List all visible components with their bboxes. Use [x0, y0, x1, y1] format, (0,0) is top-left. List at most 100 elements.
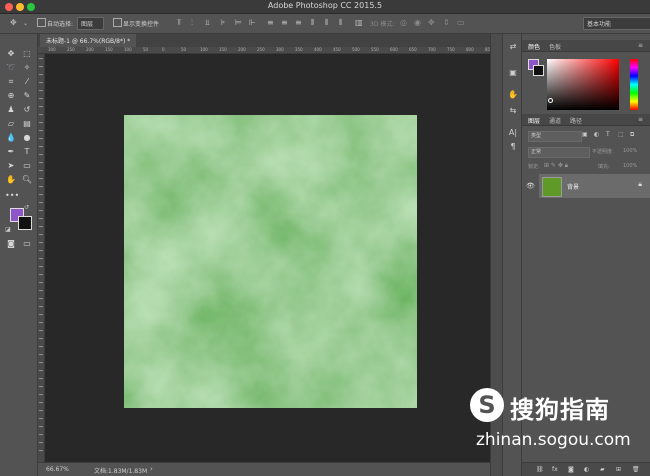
distribute-vcenter-icon[interactable]: ≡	[281, 18, 288, 27]
zoom-tool-icon[interactable]: 🔍︎	[21, 174, 33, 186]
healing-brush-icon[interactable]: ⊕	[5, 90, 17, 102]
auto-select-dropdown[interactable]: 图层	[77, 17, 105, 30]
align-vcenter-icon[interactable]: ⫶	[191, 18, 193, 28]
lasso-tool-icon[interactable]: ➰	[5, 62, 17, 74]
layer-name[interactable]: 背景	[567, 182, 579, 191]
hue-slider[interactable]	[630, 59, 638, 110]
layer-row[interactable]: 背景 🔒︎	[539, 174, 650, 198]
adjustments-panel-icon[interactable]: ⇆	[507, 106, 519, 118]
pen-tool-icon[interactable]: ✒	[5, 146, 17, 158]
filter-adjust-icon[interactable]: ◐	[594, 131, 599, 138]
distribute-top-icon[interactable]: ≡	[267, 18, 274, 27]
zoom-level[interactable]: 66.67%	[46, 466, 69, 473]
background-color-swatch[interactable]	[18, 216, 32, 230]
3d-pan-icon[interactable]: ✥	[428, 18, 435, 27]
clone-stamp-icon[interactable]: ♟	[5, 104, 17, 116]
path-selection-icon[interactable]: ➤	[5, 160, 17, 172]
align-bottom-icon[interactable]: ⫫	[205, 18, 210, 28]
history-panel-icon[interactable]: ⇄	[507, 42, 519, 54]
swap-colors-icon[interactable]: ↺	[24, 204, 29, 211]
eyedropper-tool-icon[interactable]: ⁄	[21, 76, 33, 88]
show-transform-checkbox[interactable]	[113, 18, 122, 27]
auto-align-icon[interactable]: ▥	[355, 18, 363, 27]
ruler-tick	[39, 114, 43, 115]
add-mask-icon[interactable]: ◙	[568, 466, 574, 473]
type-tool-icon[interactable]: T	[21, 146, 33, 158]
dodge-tool-icon[interactable]: ●	[21, 132, 33, 144]
new-group-icon[interactable]: ▰	[600, 466, 605, 473]
tab-channels[interactable]: 通道	[549, 116, 561, 125]
tab-layers[interactable]: 图层	[528, 116, 540, 125]
distribute-bottom-icon[interactable]: ≡	[295, 18, 302, 27]
filter-shape-icon[interactable]: ⬚	[618, 131, 624, 138]
hand-tool-icon[interactable]: ✋	[5, 174, 17, 186]
document-canvas[interactable]	[124, 115, 417, 408]
sogou-logo-icon: S	[470, 388, 504, 422]
delete-layer-icon[interactable]: 🗑︎	[632, 466, 640, 473]
3d-slide-icon[interactable]: ⇕	[443, 18, 450, 27]
ruler-tick-label: 300	[48, 47, 56, 52]
tab-color[interactable]: 颜色	[528, 42, 540, 51]
distribute-right-icon[interactable]: ⦀	[339, 18, 343, 28]
screen-mode-icon[interactable]: ▭	[21, 238, 33, 250]
rectangle-tool-icon[interactable]: ▭	[21, 160, 33, 172]
layer-style-icon[interactable]: fx	[552, 466, 558, 473]
distribute-hcenter-icon[interactable]: ⦀	[325, 18, 329, 28]
distribute-left-icon[interactable]: ⦀	[311, 18, 315, 28]
color-panel-background[interactable]	[533, 65, 544, 76]
magic-wand-icon[interactable]: ✧	[21, 62, 33, 74]
layer-filter-kind[interactable]: 类型	[528, 131, 582, 142]
ruler-tick	[39, 122, 43, 123]
workspace-dropdown[interactable]: 基本功能	[583, 17, 650, 30]
panel-menu-icon[interactable]: ≡	[638, 42, 643, 49]
new-layer-icon[interactable]: ⊞	[616, 466, 621, 473]
marquee-tool-icon[interactable]: ⬚	[21, 48, 33, 60]
filter-smart-icon[interactable]: ⧉	[630, 131, 634, 139]
actions-panel-icon[interactable]: ✋	[507, 90, 519, 102]
align-hcenter-icon[interactable]: ⊨	[235, 18, 242, 27]
move-tool-icon[interactable]: ✥	[10, 18, 17, 27]
brush-tool-icon[interactable]: ✎	[21, 90, 33, 102]
link-layers-icon[interactable]: ⛓	[536, 466, 544, 473]
tool-preset-dropdown-icon[interactable]: ⌄	[23, 20, 28, 27]
status-menu-icon[interactable]: ›	[150, 465, 153, 473]
crop-tool-icon[interactable]: ⌗	[5, 76, 17, 88]
blur-tool-icon[interactable]: 💧	[5, 132, 17, 144]
align-top-icon[interactable]: ⫪	[177, 18, 182, 28]
align-right-icon[interactable]: ⊩	[249, 18, 256, 27]
paragraph-panel-icon[interactable]: ¶	[507, 142, 519, 154]
ruler-tick	[39, 58, 43, 59]
blend-mode-select[interactable]: 正常	[528, 147, 590, 158]
history-brush-icon[interactable]: ↺	[21, 104, 33, 116]
color-picker-field[interactable]	[547, 59, 619, 110]
quick-mask-icon[interactable]: ◙	[5, 238, 17, 250]
edit-toolbar-icon[interactable]: •••	[5, 190, 19, 202]
ruler-tick	[39, 130, 43, 131]
ruler-tick	[39, 202, 43, 203]
tab-swatches[interactable]: 色板	[549, 42, 561, 51]
auto-select-checkbox[interactable]	[37, 18, 46, 27]
properties-panel-icon[interactable]: ▣	[507, 68, 519, 80]
new-adjustment-icon[interactable]: ◐	[584, 466, 589, 473]
layer-visibility-eye-icon[interactable]: 👁︎	[526, 182, 535, 190]
align-left-icon[interactable]: ⊧	[221, 18, 225, 27]
layers-panel-menu-icon[interactable]: ≡	[638, 116, 643, 123]
fill-value[interactable]: 100%	[623, 163, 637, 169]
opacity-value[interactable]: 100%	[623, 148, 637, 154]
lock-icons[interactable]: ⊞ ✎ ✥ 🔒︎	[544, 162, 568, 170]
3d-orbit-icon[interactable]: ◎	[400, 18, 407, 27]
character-panel-icon[interactable]: A|	[507, 128, 519, 140]
3d-roll-icon[interactable]: ◉	[414, 18, 421, 27]
color-picker-marker[interactable]	[548, 98, 553, 103]
filter-type-icon[interactable]: T	[606, 131, 610, 138]
layer-lock-icon[interactable]: 🔒︎	[638, 180, 642, 189]
ruler-tick	[39, 282, 43, 283]
filter-pixel-icon[interactable]: ▣	[582, 131, 588, 138]
ruler-tick-label: 300	[276, 47, 284, 52]
gradient-tool-icon[interactable]: ▤	[21, 118, 33, 130]
default-colors-icon[interactable]: ◪	[5, 226, 11, 233]
3d-scale-icon[interactable]: ▭	[457, 18, 465, 27]
move-tool-icon[interactable]: ✥	[5, 48, 17, 60]
tab-paths[interactable]: 路径	[570, 116, 582, 125]
eraser-tool-icon[interactable]: ▱	[5, 118, 17, 130]
